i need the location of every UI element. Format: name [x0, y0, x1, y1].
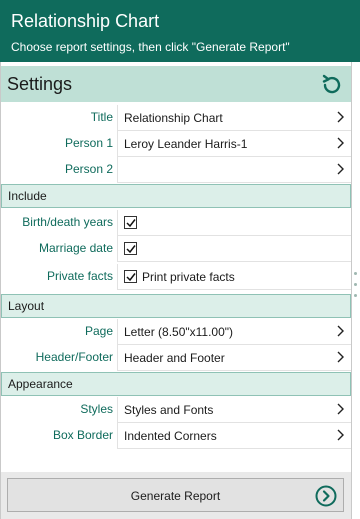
page-value-text: Letter (8.50"x11.00")	[124, 325, 234, 339]
section-include: Include	[1, 184, 351, 208]
checkmark-icon	[126, 219, 136, 228]
header-footer-value[interactable]: Header and Footer	[117, 345, 351, 371]
settings-header: Settings	[1, 66, 351, 102]
window-subtitle: Choose report settings, then click "Gene…	[11, 40, 290, 54]
checkmark-icon	[126, 273, 136, 282]
private-label: Private facts	[46, 269, 113, 283]
row-birth-death[interactable]: Birth/death years	[1, 210, 351, 236]
chevron-right-icon	[337, 325, 344, 337]
row-person2[interactable]: Person 2	[1, 157, 351, 183]
scrollbar[interactable]	[352, 62, 360, 519]
generate-report-button[interactable]: Generate Report	[7, 478, 344, 512]
checkmark-icon	[126, 245, 136, 254]
section-layout: Layout	[1, 294, 351, 318]
row-page[interactable]: Page Letter (8.50"x11.00")	[1, 319, 351, 345]
private-checkbox-text[interactable]: Print private facts	[142, 270, 235, 284]
chevron-right-icon	[337, 403, 344, 415]
row-title[interactable]: Title Relationship Chart	[1, 105, 351, 131]
birth-death-cell	[117, 210, 351, 236]
generate-report-label: Generate Report	[130, 489, 221, 503]
private-checkbox[interactable]	[124, 270, 137, 283]
title-value[interactable]: Relationship Chart	[117, 105, 351, 131]
marriage-cell	[117, 236, 351, 262]
section-include-title: Include	[8, 189, 47, 203]
title-label: Title	[90, 110, 113, 124]
person2-value[interactable]	[117, 157, 351, 183]
chevron-right-icon	[337, 137, 344, 149]
styles-value[interactable]: Styles and Fonts	[117, 397, 351, 423]
reset-icon[interactable]	[319, 72, 345, 98]
chevron-right-icon	[337, 111, 344, 123]
person1-label: Person 1	[64, 136, 113, 150]
window-title: Relationship Chart	[11, 11, 160, 31]
private-cell: Print private facts	[117, 264, 351, 290]
styles-label: Styles	[80, 402, 113, 416]
row-styles[interactable]: Styles Styles and Fonts	[1, 397, 351, 423]
marriage-label: Marriage date	[38, 241, 113, 255]
person2-label: Person 2	[64, 162, 113, 176]
header: Relationship Chart Choose report setting…	[0, 0, 360, 62]
splitter-grip[interactable]	[354, 272, 358, 305]
box-border-value[interactable]: Indented Corners	[117, 423, 351, 449]
birth-death-label: Birth/death years	[22, 215, 113, 229]
chevron-right-icon	[337, 163, 344, 175]
section-appearance: Appearance	[1, 372, 351, 396]
row-person1[interactable]: Person 1 Leroy Leander Harris-1	[1, 131, 351, 157]
section-layout-title: Layout	[8, 299, 45, 313]
marriage-checkbox[interactable]	[124, 242, 137, 255]
row-box-border[interactable]: Box Border Indented Corners	[1, 423, 351, 449]
title-value-text: Relationship Chart	[124, 111, 223, 125]
box-border-value-text: Indented Corners	[124, 429, 217, 443]
footer-bar: Generate Report	[1, 472, 351, 519]
row-private[interactable]: Private facts Print private facts	[1, 264, 351, 290]
person1-value-text: Leroy Leander Harris-1	[124, 137, 248, 151]
page-label: Page	[84, 324, 113, 338]
birth-death-checkbox[interactable]	[124, 216, 137, 229]
person1-value[interactable]: Leroy Leander Harris-1	[117, 131, 351, 157]
styles-value-text: Styles and Fonts	[124, 403, 214, 417]
chevron-right-icon	[337, 429, 344, 441]
settings-panel: Settings Title Relationship Chart Person…	[0, 62, 352, 519]
header-footer-value-text: Header and Footer	[124, 351, 225, 365]
row-header-footer[interactable]: Header/Footer Header and Footer	[1, 345, 351, 371]
chevron-right-icon	[337, 351, 344, 363]
box-border-label: Box Border	[52, 428, 113, 442]
arrow-circle-right-icon	[315, 485, 337, 507]
page-value[interactable]: Letter (8.50"x11.00")	[117, 319, 351, 345]
settings-title: Settings	[7, 74, 73, 94]
header-footer-label: Header/Footer	[35, 350, 113, 364]
section-appearance-title: Appearance	[8, 377, 73, 391]
row-marriage[interactable]: Marriage date	[1, 236, 351, 262]
